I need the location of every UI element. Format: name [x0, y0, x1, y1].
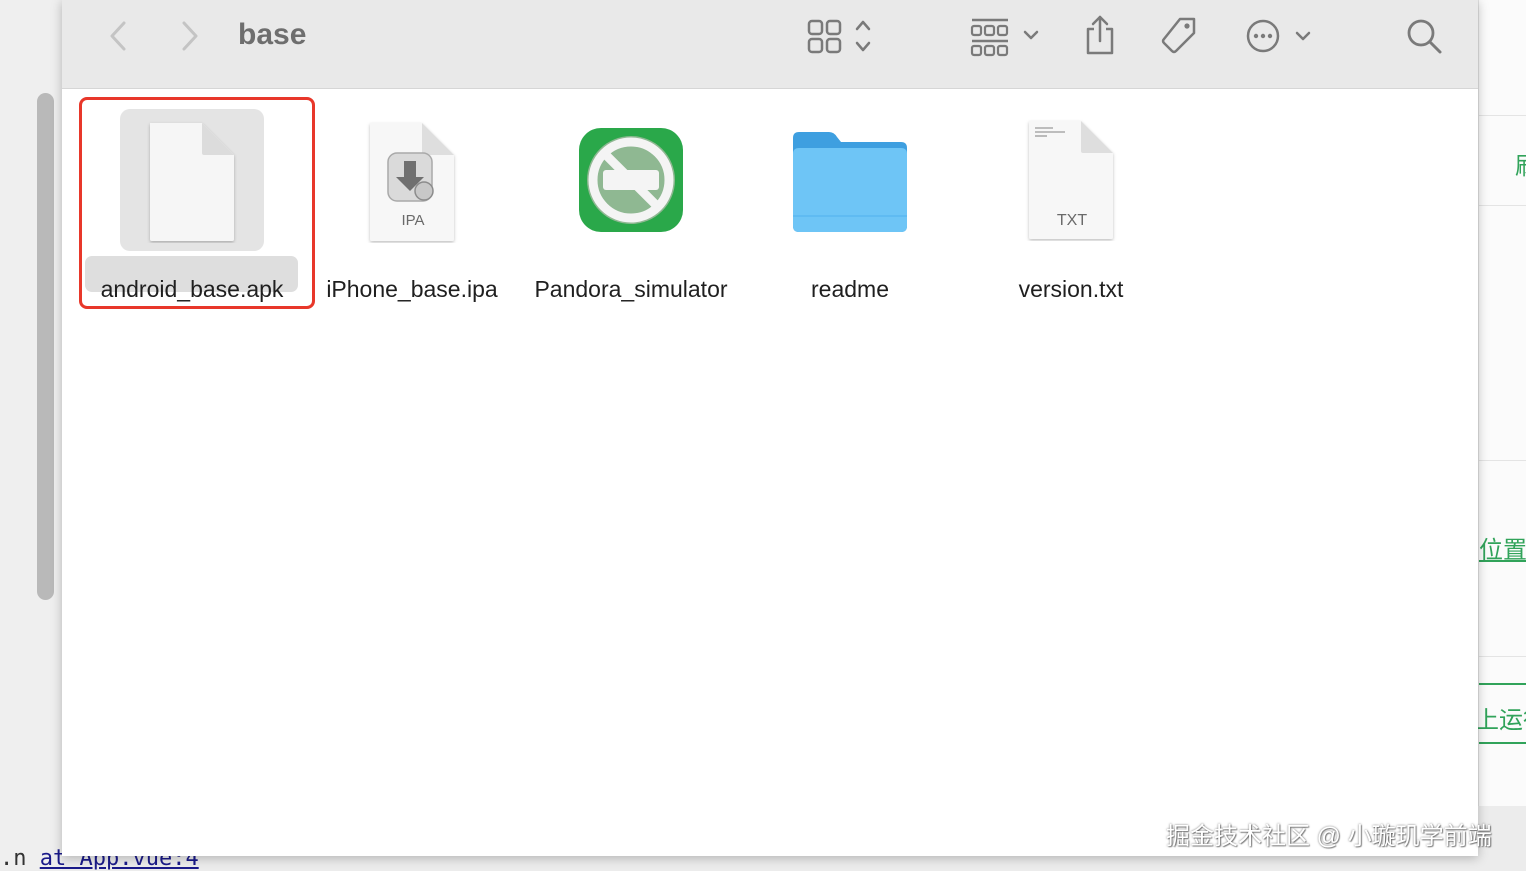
right-text-1: 刷: [1515, 146, 1526, 181]
file-name: version.txt: [1018, 276, 1124, 302]
search-icon: [1407, 19, 1442, 54]
editor-scrollbar[interactable]: [37, 93, 54, 600]
annotation-highlight-box: [79, 97, 315, 309]
right-text-2[interactable]: 位置: [1479, 530, 1526, 565]
ipa-badge: IPA: [401, 212, 425, 229]
file-name: readme: [811, 276, 889, 302]
file-name: iPhone_base.ipa: [326, 276, 498, 302]
txt-badge: TXT: [1056, 212, 1088, 229]
file-name: Pandora_simulator: [534, 276, 728, 302]
background-page: 刷 位置 上运行: [1475, 0, 1526, 806]
file-item-readme-folder[interactable]: readme: [735, 18, 965, 302]
file-item-pandora-simulator[interactable]: Pandora_simulator: [516, 18, 746, 302]
background-editor: [0, 0, 62, 870]
folder-icon: [789, 130, 911, 239]
search-button[interactable]: [1402, 14, 1446, 58]
more-actions-button[interactable]: [1242, 14, 1312, 58]
app-icon: [577, 126, 685, 239]
watermark: 掘金技术社区 @ 小璇玑学前端: [1166, 823, 1492, 850]
ellipsis-circle-icon: [1246, 19, 1311, 53]
right-text-3[interactable]: 上运行: [1475, 700, 1526, 735]
